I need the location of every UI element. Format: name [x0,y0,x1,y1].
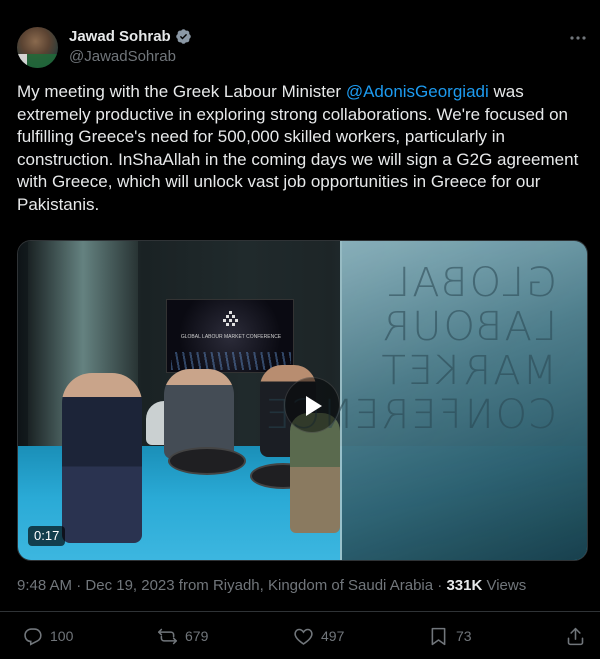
repost-icon [157,628,178,644]
play-icon [306,396,322,416]
more-options-icon[interactable] [567,30,589,46]
mention-link[interactable]: @AdonisGeorgiadi [346,82,489,101]
avatar[interactable] [17,27,58,68]
video-scene-screen: GLOBAL LABOUR MARKET CONFERENCE [166,299,294,373]
views-count: 331K [446,577,483,594]
bookmark-button[interactable]: 73 [428,624,472,648]
avatar-flag [17,54,58,68]
video-duration: 0:17 [28,526,66,546]
share-icon [567,627,584,645]
author-display-name[interactable]: Jawad Sohrab [69,28,171,45]
meta-separator: · [72,577,86,594]
play-button[interactable] [284,377,340,433]
share-button[interactable] [565,624,586,648]
tweet-text: My meeting with the Greek Labour Ministe… [17,81,587,216]
bookmark-icon [431,627,446,645]
reply-count: 100 [50,628,74,644]
verified-badge-icon[interactable] [175,28,192,45]
video-player[interactable]: GLOBAL LABOUR MARKET CONFERENCE GLOBAL L… [17,240,588,561]
conference-logo-icon [223,311,238,326]
like-icon [294,628,313,645]
author-handle[interactable]: @JawadSohrab [69,48,176,65]
screen-conference-text: GLOBAL LABOUR MARKET CONFERENCE [180,334,282,340]
divider [0,611,600,612]
reply-icon [24,627,42,646]
video-scene-table [168,447,246,475]
tweet: Jawad Sohrab @JawadSohrab My meeting wit… [0,0,600,659]
like-count: 497 [321,628,345,644]
repost-button[interactable]: 679 [157,624,208,648]
video-scene-person [62,373,142,543]
glass-wall-text: GLOBAL LABOUR MARKET CONFERENCE [263,260,557,438]
meta-separator: · [433,577,447,594]
tweet-date-location[interactable]: Dec 19, 2023 from Riyadh, Kingdom of Sau… [85,577,433,594]
views-label: Views [482,577,527,594]
tweet-meta: 9:48 AM · Dec 19, 2023 from Riyadh, King… [17,577,526,594]
video-scene-glass-wall: GLOBAL LABOUR MARKET CONFERENCE [263,241,587,560]
tweet-text-part: My meeting with the Greek Labour Ministe… [17,82,346,101]
bookmark-count: 73 [456,628,472,644]
reply-button[interactable]: 100 [22,624,73,648]
tweet-text-part: was extremely productive in exploring st… [17,82,579,214]
author-name-row: Jawad Sohrab [69,28,192,45]
tweet-time[interactable]: 9:48 AM [17,577,72,594]
action-bar: 100 679 497 73 [0,624,600,652]
repost-count: 679 [185,628,209,644]
video-scene-person [164,369,234,459]
like-button[interactable]: 497 [293,624,344,648]
